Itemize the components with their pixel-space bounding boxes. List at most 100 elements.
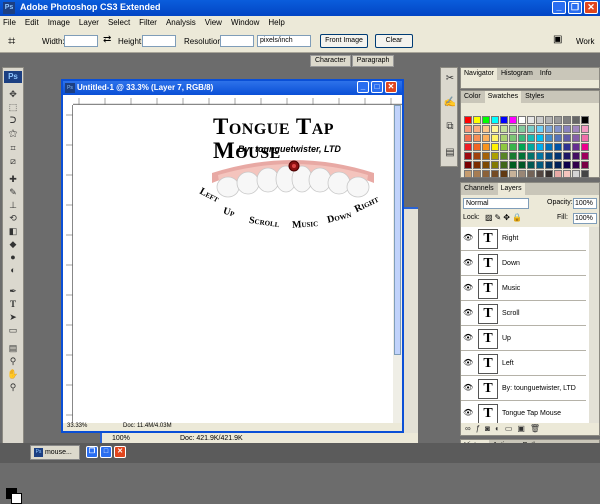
minimize-button[interactable]: _ <box>552 1 566 14</box>
doc-maximize-button[interactable]: □ <box>371 81 383 93</box>
layer-row[interactable]: 👁 T By: tounguetwister, LTD <box>461 377 586 401</box>
document-titlebar[interactable]: Ps Untitled-1 @ 33.3% (Layer 7, RGB/8) _… <box>63 81 402 95</box>
swatch[interactable] <box>518 116 526 124</box>
zoom-level[interactable]: 33.33% <box>67 423 87 429</box>
swatch[interactable] <box>581 116 589 124</box>
swatch[interactable] <box>482 116 490 124</box>
lock-icons[interactable]: ▨✎✥🔒 <box>485 213 524 222</box>
workspace-icon[interactable]: ▣ <box>553 34 562 45</box>
notes-icon[interactable]: ▤ <box>6 343 20 354</box>
lasso-tool-icon[interactable]: ᑐ <box>6 115 20 126</box>
swatch[interactable] <box>464 125 472 133</box>
menu-help[interactable]: Help <box>268 18 284 27</box>
document-canvas[interactable]: Tongue Tap Mouse By: tounguetwister, LTD… <box>73 105 393 423</box>
swatch[interactable] <box>509 116 517 124</box>
swatch[interactable] <box>545 161 553 169</box>
swatch[interactable] <box>464 152 472 160</box>
type-tool-icon[interactable]: T <box>6 299 20 310</box>
menu-file[interactable]: File <box>3 18 16 27</box>
swatch[interactable] <box>554 143 562 151</box>
swatch[interactable] <box>473 170 481 178</box>
swatch[interactable] <box>491 143 499 151</box>
swatch[interactable] <box>518 125 526 133</box>
tab-swatches[interactable]: Swatches <box>484 91 522 103</box>
layer-row[interactable]: 👁 T Right <box>461 227 586 251</box>
close-button[interactable]: ✕ <box>584 1 598 14</box>
background-color-swatch[interactable] <box>11 493 22 504</box>
swatch[interactable] <box>563 143 571 151</box>
swatch[interactable] <box>500 134 508 142</box>
tab-navigator[interactable]: Navigator <box>461 68 497 80</box>
path-select-icon[interactable]: ➤ <box>6 312 20 323</box>
magic-wand-icon[interactable]: ⚝ <box>6 128 20 139</box>
tab-layers[interactable]: Layers <box>497 183 525 195</box>
swatch[interactable] <box>473 161 481 169</box>
swap-icon[interactable]: ⇄ <box>103 34 111 45</box>
menu-edit[interactable]: Edit <box>25 18 39 27</box>
clone-source-icon[interactable]: ⧉ <box>443 120 457 134</box>
swatch[interactable] <box>509 152 517 160</box>
scroll-thumb[interactable] <box>394 105 401 355</box>
swatch[interactable] <box>572 143 580 151</box>
swatch[interactable] <box>572 161 580 169</box>
tab-styles[interactable]: Styles <box>522 91 548 103</box>
swatch[interactable] <box>545 134 553 142</box>
swatch[interactable] <box>554 134 562 142</box>
blend-mode-select[interactable]: Normal <box>463 198 529 209</box>
swatch[interactable] <box>491 170 499 178</box>
opacity-field[interactable]: 100% <box>573 198 597 209</box>
swatch[interactable] <box>572 152 580 160</box>
eye-icon[interactable]: 👁 <box>463 258 475 268</box>
layer-row[interactable]: 👁 T Scroll <box>461 302 586 326</box>
swatch[interactable] <box>491 116 499 124</box>
swatch[interactable] <box>536 152 544 160</box>
swatch[interactable] <box>527 125 535 133</box>
swatch[interactable] <box>482 170 490 178</box>
fill-field[interactable]: 100% <box>573 213 597 224</box>
crop-tool-icon[interactable]: ⌗ <box>8 33 15 49</box>
tool-presets-icon[interactable]: ✂ <box>443 72 457 86</box>
resolution-field[interactable] <box>220 35 254 47</box>
swatch[interactable] <box>563 125 571 133</box>
swatch[interactable] <box>518 170 526 178</box>
swatch[interactable] <box>509 134 517 142</box>
swatch[interactable] <box>473 152 481 160</box>
history-brush-icon[interactable]: ⟲ <box>6 213 20 224</box>
brushes-icon[interactable]: ✍ <box>443 96 457 110</box>
swatch[interactable] <box>527 170 535 178</box>
pen-tool-icon[interactable]: ✒ <box>6 286 20 297</box>
swatch[interactable] <box>500 125 508 133</box>
swatch[interactable] <box>536 170 544 178</box>
tab-info[interactable]: Info <box>536 68 555 80</box>
menu-view[interactable]: View <box>205 18 222 27</box>
minimized-document[interactable]: Ps mouse... <box>30 445 80 460</box>
swatch[interactable] <box>581 134 589 142</box>
zoom-tool-icon[interactable]: ⚲ <box>6 382 20 393</box>
swatch[interactable] <box>482 152 490 160</box>
menu-analysis[interactable]: Analysis <box>166 18 196 27</box>
swatch[interactable] <box>581 170 589 178</box>
task-restore-button[interactable]: ❐ <box>86 446 98 458</box>
menu-image[interactable]: Image <box>48 18 70 27</box>
resolution-units-select[interactable]: pixels/inch <box>257 35 311 47</box>
swatch[interactable] <box>518 152 526 160</box>
swatch[interactable] <box>473 125 481 133</box>
eye-icon[interactable]: 👁 <box>463 283 475 293</box>
task-close-button[interactable]: ✕ <box>114 446 126 458</box>
swatch[interactable] <box>563 134 571 142</box>
blur-icon[interactable]: ● <box>6 252 20 263</box>
swatch[interactable] <box>545 170 553 178</box>
swatch[interactable] <box>509 170 517 178</box>
task-maximize-button[interactable]: □ <box>100 446 112 458</box>
eye-icon[interactable]: 👁 <box>463 383 475 393</box>
swatch[interactable] <box>509 125 517 133</box>
height-field[interactable] <box>142 35 176 47</box>
eye-icon[interactable]: 👁 <box>463 308 475 318</box>
swatch[interactable] <box>473 134 481 142</box>
hand-tool-icon[interactable]: ✋ <box>6 369 20 380</box>
swatch[interactable] <box>572 134 580 142</box>
layer-row[interactable]: 👁 T Up <box>461 327 586 351</box>
swatch[interactable] <box>509 143 517 151</box>
slice-icon[interactable]: ⧄ <box>6 156 20 167</box>
swatch[interactable] <box>473 143 481 151</box>
